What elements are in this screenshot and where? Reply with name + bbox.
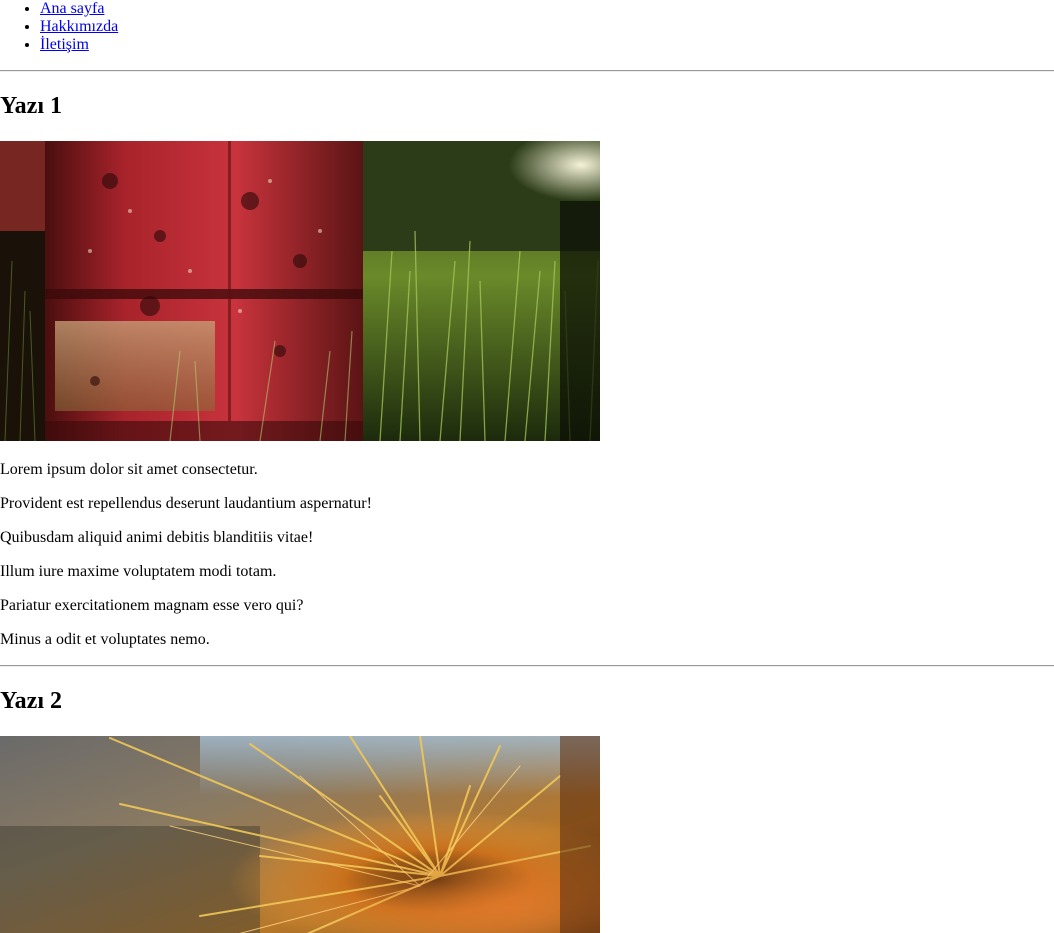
nav-link-home[interactable]: Ana sayfa (40, 0, 104, 17)
page: Ana sayfa Hakkımızda İletişim Yazı 1 (0, 0, 1054, 933)
post-2: Yazı 2 (0, 687, 1054, 933)
nav-item-contact: İletişim (40, 36, 1054, 54)
post-title: Yazı 1 (0, 93, 62, 119)
post-image-barrel (0, 141, 600, 441)
post-paragraph: Pariatur exercitationem magnam esse vero… (0, 597, 304, 614)
nav-link-contact[interactable]: İletişim (40, 36, 89, 53)
post-paragraph: Quibusdam aliquid animi debitis blanditi… (0, 529, 314, 546)
main-nav: Ana sayfa Hakkımızda İletişim (0, 0, 1054, 54)
post-paragraph: Minus a odit et voluptates nemo. (0, 631, 210, 648)
nav-link-about[interactable]: Hakkımızda (40, 18, 118, 35)
divider-middle (0, 665, 1054, 667)
post-body: Lorem ipsum dolor sit amet consectetur. … (0, 461, 1054, 649)
post-paragraph: Illum iure maxime voluptatem modi totam. (0, 563, 277, 580)
post-1: Yazı 1 Lorem ipsum dolor sit amet consec… (0, 92, 1054, 649)
post-paragraph: Lorem ipsum dolor sit amet consectetur. (0, 461, 258, 478)
post-paragraph: Provident est repellendus deserunt lauda… (0, 495, 372, 512)
nav-item-about: Hakkımızda (40, 18, 1054, 36)
divider-top (0, 70, 1054, 72)
post-title: Yazı 2 (0, 688, 62, 714)
nav-item-home: Ana sayfa (40, 0, 1054, 18)
post-image-cactus (0, 736, 600, 933)
